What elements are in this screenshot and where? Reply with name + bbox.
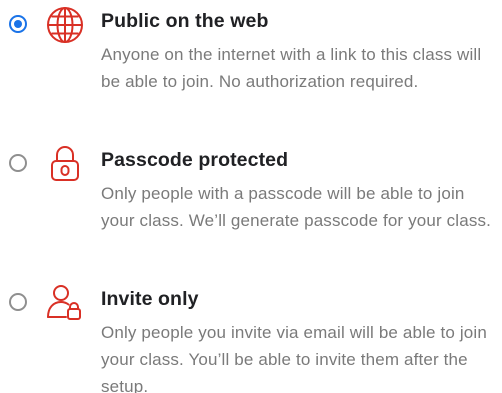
option-title: Invite only [101,288,199,310]
option-invite-only[interactable]: Invite only Only people you invite via e… [0,282,502,393]
globe-icon [44,4,86,46]
access-options-group: Public on the web Anyone on the internet… [0,0,502,393]
option-passcode-protected[interactable]: Passcode protected Only people with a pa… [0,143,502,263]
option-description: Only people with a passcode will be able… [101,184,492,230]
option-description: Anyone on the internet with a link to th… [101,45,482,91]
option-title: Passcode protected [101,149,289,171]
padlock-icon [44,143,86,185]
option-public-on-web[interactable]: Public on the web Anyone on the internet… [0,4,502,124]
radio-invite-only[interactable] [9,293,27,311]
radio-passcode-protected[interactable] [9,154,27,172]
option-description: Only people you invite via email will be… [101,323,487,393]
radio-public-on-web[interactable] [9,15,27,33]
option-title: Public on the web [101,10,269,32]
user-lock-icon [44,282,86,324]
